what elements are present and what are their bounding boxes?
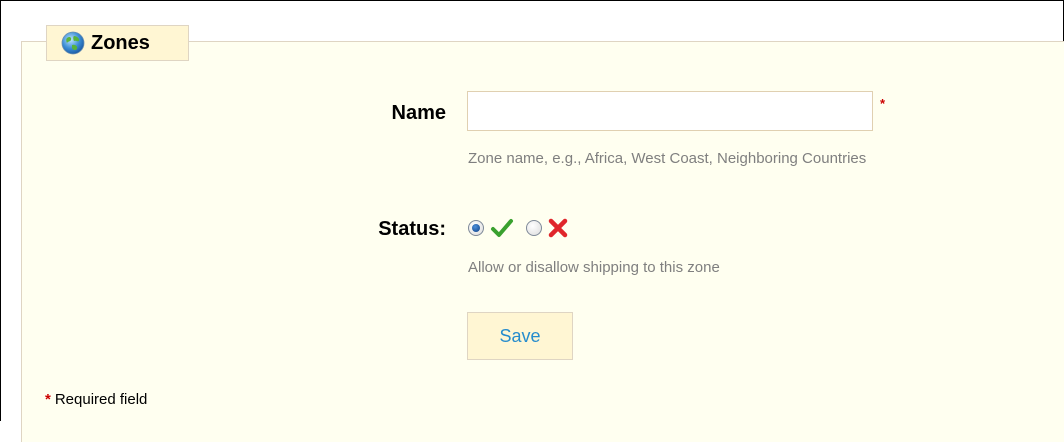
status-label: Status: <box>378 218 446 240</box>
globe-icon <box>61 31 85 55</box>
section-legend: Zones <box>46 25 189 61</box>
status-options <box>468 214 570 242</box>
check-icon <box>490 216 514 240</box>
section-title: Zones <box>91 31 150 54</box>
save-button[interactable]: Save <box>467 312 573 360</box>
cross-icon <box>546 216 570 240</box>
required-field-note: * Required field <box>45 391 147 408</box>
name-input[interactable] <box>467 91 873 131</box>
status-hint: Allow or disallow shipping to this zone <box>468 259 720 276</box>
name-label: Name <box>391 102 446 124</box>
status-enabled-radio[interactable] <box>468 220 484 236</box>
status-disabled-radio[interactable] <box>526 220 542 236</box>
footnote-required-marker: * <box>45 391 51 408</box>
footnote-text: Required field <box>54 391 148 408</box>
name-hint: Zone name, e.g., Africa, West Coast, Nei… <box>468 150 867 167</box>
name-required-marker: * <box>880 96 886 111</box>
